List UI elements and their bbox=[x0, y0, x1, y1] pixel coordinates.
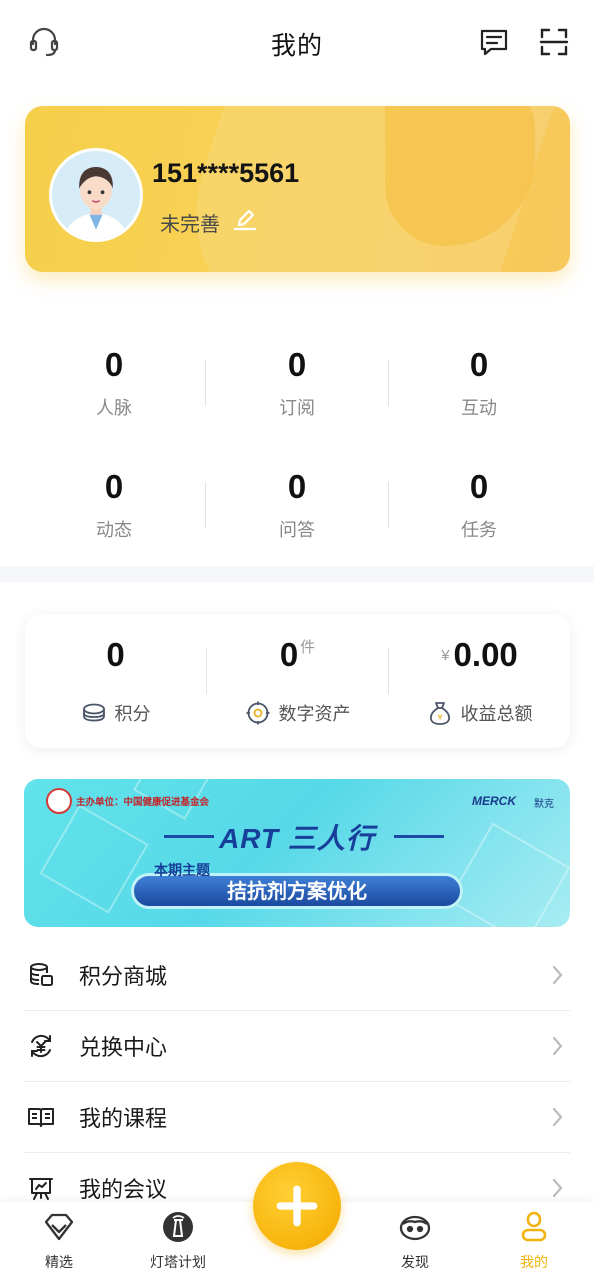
stat-label: 动态 bbox=[96, 520, 132, 541]
stat-label: 任务 bbox=[461, 520, 497, 541]
assets-value: 0 bbox=[279, 636, 299, 673]
chevron-right-icon bbox=[552, 1178, 563, 1198]
stat-posts[interactable]: 0 动态 bbox=[23, 468, 205, 542]
person-icon bbox=[521, 1211, 547, 1242]
page-title: 我的 bbox=[270, 31, 323, 60]
money-bag-icon: ¥ bbox=[429, 702, 450, 725]
menu-label: 我的课程 bbox=[79, 1107, 168, 1132]
diamond-icon bbox=[44, 1213, 74, 1241]
points-label: 积分 bbox=[114, 704, 151, 725]
assets-label: 数字资产 bbox=[278, 704, 351, 725]
user-phone: 151****5561 bbox=[152, 158, 300, 188]
stat-tasks[interactable]: 0 任务 bbox=[388, 468, 570, 542]
chevron-right-icon bbox=[552, 965, 563, 985]
stat-value: 0 bbox=[469, 468, 489, 505]
menu-item-points-mall[interactable]: 积分商城 bbox=[25, 940, 570, 1011]
banner-tag: 本期主题 bbox=[154, 863, 210, 879]
points-mall-icon bbox=[30, 963, 53, 986]
stat-label: 订阅 bbox=[279, 398, 315, 419]
exchange-icon bbox=[31, 1034, 51, 1058]
stat-value: 0 bbox=[104, 468, 124, 505]
earnings-currency: ¥ bbox=[441, 647, 450, 664]
divider bbox=[205, 360, 206, 406]
svg-text:¥: ¥ bbox=[437, 713, 442, 722]
profile-status: 未完善 bbox=[160, 212, 220, 236]
meeting-board-icon bbox=[29, 1178, 53, 1200]
scan-icon[interactable] bbox=[534, 22, 574, 62]
stat-value: 0 bbox=[469, 346, 489, 383]
earnings-label: 收益总额 bbox=[460, 704, 533, 725]
points-summary[interactable]: 0 积分 bbox=[25, 614, 206, 748]
foundation-logo bbox=[46, 788, 72, 814]
tab-label: 精选 bbox=[45, 1255, 73, 1271]
discover-face-icon bbox=[399, 1215, 431, 1241]
tab-mine[interactable]: 我的 bbox=[489, 1210, 579, 1272]
plus-icon bbox=[276, 1185, 318, 1227]
menu-label: 我的会议 bbox=[79, 1178, 168, 1203]
stat-qa[interactable]: 0 问答 bbox=[206, 468, 388, 542]
divider bbox=[388, 482, 389, 528]
stat-subscriptions[interactable]: 0 订阅 bbox=[206, 346, 388, 420]
wallet-card: 0 积分 0件 数字资产 ¥0.00 ¥ 收益总额 bbox=[25, 614, 570, 748]
section-separator bbox=[0, 566, 594, 582]
stat-label: 问答 bbox=[279, 520, 315, 541]
banner-organizer: 主办单位：中国健康促进基金会 bbox=[76, 797, 210, 808]
message-icon[interactable] bbox=[474, 22, 514, 62]
menu-label: 积分商城 bbox=[79, 965, 168, 990]
headset-icon[interactable] bbox=[24, 22, 64, 62]
create-fab-button[interactable] bbox=[253, 1162, 341, 1250]
course-book-icon bbox=[28, 1108, 54, 1127]
earnings-summary[interactable]: ¥0.00 ¥ 收益总额 bbox=[389, 614, 570, 748]
top-bar: 我的 bbox=[0, 0, 594, 88]
tab-discover[interactable]: 发现 bbox=[370, 1210, 460, 1272]
digital-asset-icon bbox=[246, 701, 269, 725]
sponsor-name-cn: 默克 bbox=[534, 799, 554, 810]
edit-icon[interactable] bbox=[232, 206, 258, 232]
banner-title: ART 三人行 bbox=[219, 823, 375, 854]
profile-card[interactable]: 151****5561 未完善 bbox=[25, 106, 570, 272]
sponsor-logo: MERCK bbox=[472, 794, 516, 808]
tab-label: 我的 bbox=[520, 1255, 548, 1271]
assets-unit: 件 bbox=[300, 639, 316, 656]
stat-label: 人脉 bbox=[96, 398, 132, 419]
menu-item-courses[interactable]: 我的课程 bbox=[25, 1082, 570, 1153]
menu-label: 兑换中心 bbox=[79, 1036, 168, 1061]
tab-label: 发现 bbox=[401, 1255, 429, 1271]
tab-lighthouse[interactable]: 灯塔计划 bbox=[133, 1210, 223, 1272]
earnings-value: 0.00 bbox=[453, 636, 518, 673]
doctor-avatar[interactable] bbox=[49, 148, 143, 242]
divider bbox=[205, 482, 206, 528]
tab-featured[interactable]: 精选 bbox=[14, 1210, 104, 1272]
lighthouse-icon bbox=[163, 1212, 193, 1242]
chevron-right-icon bbox=[552, 1036, 563, 1056]
stat-connections[interactable]: 0 人脉 bbox=[23, 346, 205, 420]
tab-label: 灯塔计划 bbox=[150, 1255, 206, 1271]
points-value: 0 bbox=[106, 636, 125, 673]
menu-item-exchange[interactable]: 兑换中心 bbox=[25, 1011, 570, 1082]
stats-grid: 0 人脉 0 订阅 0 互动 0 动态 0 问答 0 任务 bbox=[0, 318, 594, 568]
stat-value: 0 bbox=[287, 346, 307, 383]
coins-icon bbox=[82, 703, 105, 722]
divider bbox=[388, 360, 389, 406]
promo-banner[interactable]: 主办单位：中国健康促进基金会 MERCK 默克 ART 三人行 拮抗剂方案优化 … bbox=[24, 779, 570, 927]
stat-interactions[interactable]: 0 互动 bbox=[388, 346, 570, 420]
assets-summary[interactable]: 0件 数字资产 bbox=[207, 614, 388, 748]
stat-value: 0 bbox=[287, 468, 307, 505]
stat-label: 互动 bbox=[461, 398, 497, 419]
stat-value: 0 bbox=[104, 346, 124, 383]
chevron-right-icon bbox=[552, 1107, 563, 1127]
